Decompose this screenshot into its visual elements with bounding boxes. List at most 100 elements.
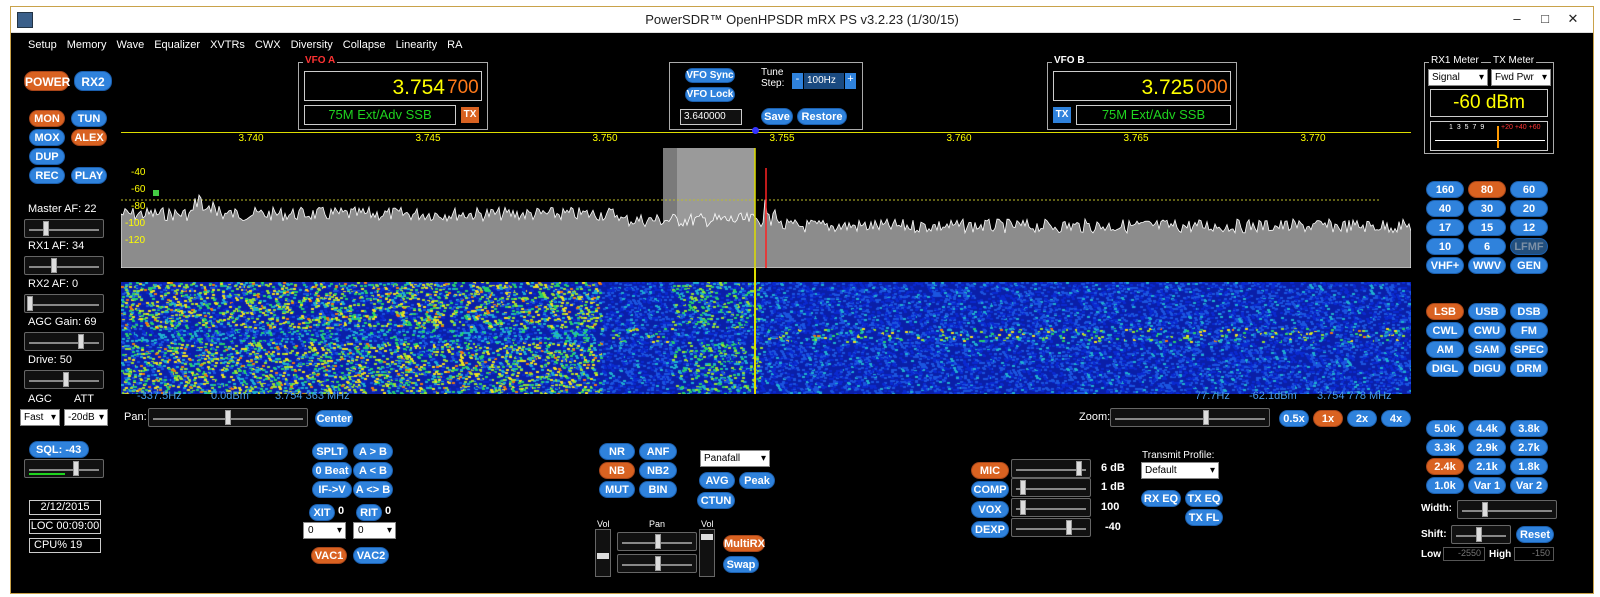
filter-2-9k[interactable]: 2.9k [1468, 439, 1506, 456]
master-af-slider[interactable] [24, 219, 104, 238]
menu-cwx[interactable]: CWX [250, 36, 286, 54]
filter-1-0k[interactable]: 1.0k [1426, 477, 1464, 494]
vox-slider[interactable] [1011, 498, 1091, 517]
mic-slider[interactable] [1011, 459, 1091, 478]
comp-button[interactable]: COMP [971, 481, 1009, 498]
filter-5-0k[interactable]: 5.0k [1426, 420, 1464, 437]
dexp-button[interactable]: DEXP [971, 521, 1009, 538]
band-80[interactable]: 80 [1468, 181, 1506, 198]
vfo-b-freq-box[interactable]: 3.725 000 [1053, 71, 1231, 101]
shift-slider[interactable] [1451, 525, 1511, 544]
bin-button[interactable]: BIN [639, 481, 677, 498]
menu-ra[interactable]: RA [442, 36, 467, 54]
rx2-pan-slider[interactable] [617, 554, 697, 573]
nb2-button[interactable]: NB2 [639, 462, 677, 479]
band-lfmf[interactable]: LFMF [1510, 238, 1548, 255]
mode-dsb[interactable]: DSB [1510, 303, 1548, 320]
band-vhf-[interactable]: VHF+ [1426, 257, 1464, 274]
band-wwv[interactable]: WWV [1468, 257, 1506, 274]
mode-lsb[interactable]: LSB [1426, 303, 1464, 320]
mode-spec[interactable]: SPEC [1510, 341, 1548, 358]
waterfall-display[interactable] [121, 282, 1411, 394]
rx2-button[interactable]: RX2 [74, 71, 112, 91]
tune-step-plus[interactable]: + [845, 73, 856, 89]
peak-button[interactable]: Peak [739, 472, 775, 489]
band-6[interactable]: 6 [1468, 238, 1506, 255]
xit-input[interactable]: 0 [303, 522, 346, 539]
filter-var-1[interactable]: Var 1 [1468, 477, 1506, 494]
low-input[interactable]: -2550 [1443, 547, 1485, 561]
comp-slider[interactable] [1011, 478, 1091, 497]
mic-button[interactable]: MIC [971, 462, 1009, 479]
rx1-meter-select[interactable]: Signal [1428, 69, 1488, 86]
display-mode-select[interactable]: Panafall [700, 450, 770, 467]
mode-digu[interactable]: DIGU [1468, 360, 1506, 377]
band-160[interactable]: 160 [1426, 181, 1464, 198]
restore-button[interactable]: Restore [797, 108, 847, 125]
power-button[interactable]: POWER [24, 71, 70, 91]
width-slider[interactable] [1457, 500, 1557, 519]
att-select[interactable]: -20dB [64, 409, 108, 426]
center-button[interactable]: Center [315, 410, 353, 427]
band-17[interactable]: 17 [1426, 219, 1464, 236]
transmit-profile-select[interactable]: Default [1141, 462, 1219, 479]
filter-2-4k[interactable]: 2.4k [1426, 458, 1464, 475]
reset-button[interactable]: Reset [1516, 526, 1554, 543]
multirx-button[interactable]: MultiRX [723, 535, 765, 552]
band-12[interactable]: 12 [1510, 219, 1548, 236]
rx-eq-button[interactable]: RX EQ [1141, 490, 1181, 507]
rit-button[interactable]: RIT [356, 504, 382, 521]
dexp-slider[interactable] [1011, 518, 1091, 537]
tx-filter-button[interactable]: TX FL [1185, 509, 1223, 526]
rec-button[interactable]: REC [29, 167, 65, 184]
anf-button[interactable]: ANF [639, 443, 677, 460]
mode-fm[interactable]: FM [1510, 322, 1548, 339]
rx1-vol-slider[interactable] [595, 529, 611, 577]
mode-drm[interactable]: DRM [1510, 360, 1548, 377]
menu-wave[interactable]: Wave [111, 36, 149, 54]
mode-am[interactable]: AM [1426, 341, 1464, 358]
menu-linearity[interactable]: Linearity [391, 36, 443, 54]
filter-2-1k[interactable]: 2.1k [1468, 458, 1506, 475]
vox-button[interactable]: VOX [971, 501, 1009, 518]
sql-button[interactable]: SQL: -43 [29, 441, 89, 458]
menu-memory[interactable]: Memory [62, 36, 112, 54]
split-button[interactable]: SPLT [312, 443, 348, 460]
vfo-sync-button[interactable]: VFO Sync [685, 68, 735, 83]
vfo-b-tx-button[interactable]: TX [1053, 107, 1071, 123]
frequency-input[interactable]: 3.640000 [680, 109, 742, 125]
a-to-b-button[interactable]: A > B [353, 443, 393, 460]
nr-button[interactable]: NR [599, 443, 635, 460]
nb-button[interactable]: NB [599, 462, 635, 479]
vfo-marker[interactable] [752, 127, 759, 134]
alex-button[interactable]: ALEX [71, 129, 107, 146]
band-60[interactable]: 60 [1510, 181, 1548, 198]
save-button[interactable]: Save [761, 108, 793, 125]
tune-step-minus[interactable]: - [792, 73, 803, 89]
dup-button[interactable]: DUP [29, 148, 65, 165]
filter-3-3k[interactable]: 3.3k [1426, 439, 1464, 456]
rx1-pan-slider[interactable] [617, 532, 697, 551]
maximize-button[interactable]: □ [1531, 9, 1559, 29]
agc-gain-slider[interactable] [24, 332, 104, 351]
menu-xvtrs[interactable]: XVTRs [205, 36, 250, 54]
mox-button[interactable]: MOX [29, 129, 65, 146]
rx2-af-slider[interactable] [24, 294, 104, 313]
mode-sam[interactable]: SAM [1468, 341, 1506, 358]
zoom-2x-button[interactable]: 2x [1347, 410, 1377, 427]
band-10[interactable]: 10 [1426, 238, 1464, 255]
vfo-a-tx-button[interactable]: TX [461, 107, 479, 123]
mon-button[interactable]: MON [29, 110, 65, 127]
close-button[interactable]: ✕ [1559, 9, 1587, 29]
vac2-button[interactable]: VAC2 [353, 547, 389, 564]
mode-cwu[interactable]: CWU [1468, 322, 1506, 339]
zoom-4x-button[interactable]: 4x [1381, 410, 1411, 427]
mode-digl[interactable]: DIGL [1426, 360, 1464, 377]
filter-3-8k[interactable]: 3.8k [1510, 420, 1548, 437]
avg-button[interactable]: AVG [699, 472, 735, 489]
panadapter-display[interactable]: 3.740 3.745 3.750 3.755 3.760 3.765 3.77… [121, 127, 1411, 394]
band-30[interactable]: 30 [1468, 200, 1506, 217]
mute-button[interactable]: MUT [599, 481, 635, 498]
vfo-a-freq-box[interactable]: 3.754 700 [304, 71, 482, 101]
rx1-af-slider[interactable] [24, 256, 104, 275]
